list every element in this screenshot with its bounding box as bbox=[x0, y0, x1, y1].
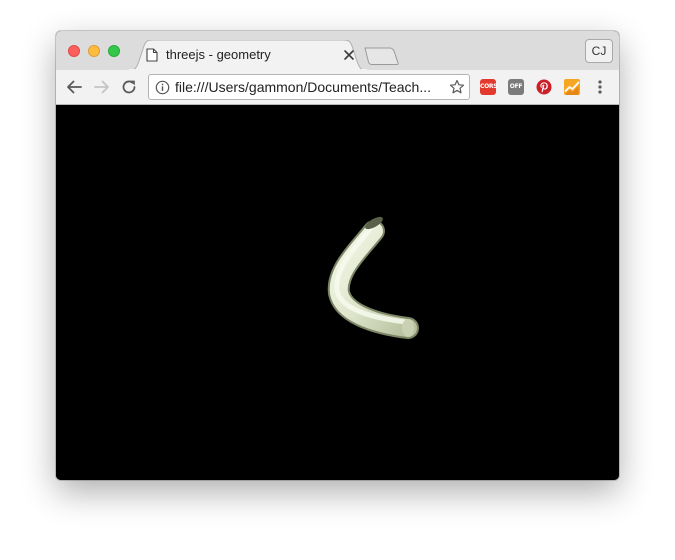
off-extension-icon[interactable]: OFF bbox=[508, 79, 524, 95]
close-icon[interactable] bbox=[342, 48, 356, 62]
url-text[interactable]: file:///Users/gammon/Documents/Teach... bbox=[175, 79, 445, 95]
window-minimize-button[interactable] bbox=[88, 45, 100, 57]
address-bar[interactable]: file:///Users/gammon/Documents/Teach... bbox=[148, 74, 470, 100]
browser-window: threejs - geometry CJ file:///Users/gamm… bbox=[56, 31, 619, 480]
forward-arrow-icon[interactable] bbox=[93, 78, 111, 96]
pinterest-icon[interactable] bbox=[536, 79, 552, 95]
kebab-menu-icon[interactable] bbox=[596, 79, 604, 95]
scene-render bbox=[327, 211, 419, 339]
active-tab[interactable]: threejs - geometry bbox=[146, 40, 361, 70]
new-tab-button[interactable] bbox=[364, 47, 400, 65]
window-maximize-button[interactable] bbox=[108, 45, 120, 57]
off-extension-label: OFF bbox=[509, 83, 523, 90]
profile-button[interactable]: CJ bbox=[585, 39, 613, 63]
star-icon[interactable] bbox=[449, 79, 465, 95]
cors-extension-label: CORS bbox=[480, 83, 498, 90]
webgl-canvas[interactable] bbox=[56, 105, 619, 480]
tab-title: threejs - geometry bbox=[166, 47, 271, 62]
info-icon[interactable] bbox=[155, 80, 170, 95]
toolbar: file:///Users/gammon/Documents/Teach... … bbox=[56, 70, 619, 105]
chart-extension-icon[interactable] bbox=[564, 79, 580, 95]
cors-extension-icon[interactable]: CORS bbox=[480, 79, 498, 95]
back-arrow-icon[interactable] bbox=[65, 78, 83, 96]
page-icon bbox=[146, 48, 158, 62]
window-close-button[interactable] bbox=[68, 45, 80, 57]
curved-tube-mesh bbox=[327, 211, 419, 339]
reload-icon[interactable] bbox=[120, 78, 138, 96]
tab-strip: threejs - geometry CJ bbox=[56, 31, 619, 71]
